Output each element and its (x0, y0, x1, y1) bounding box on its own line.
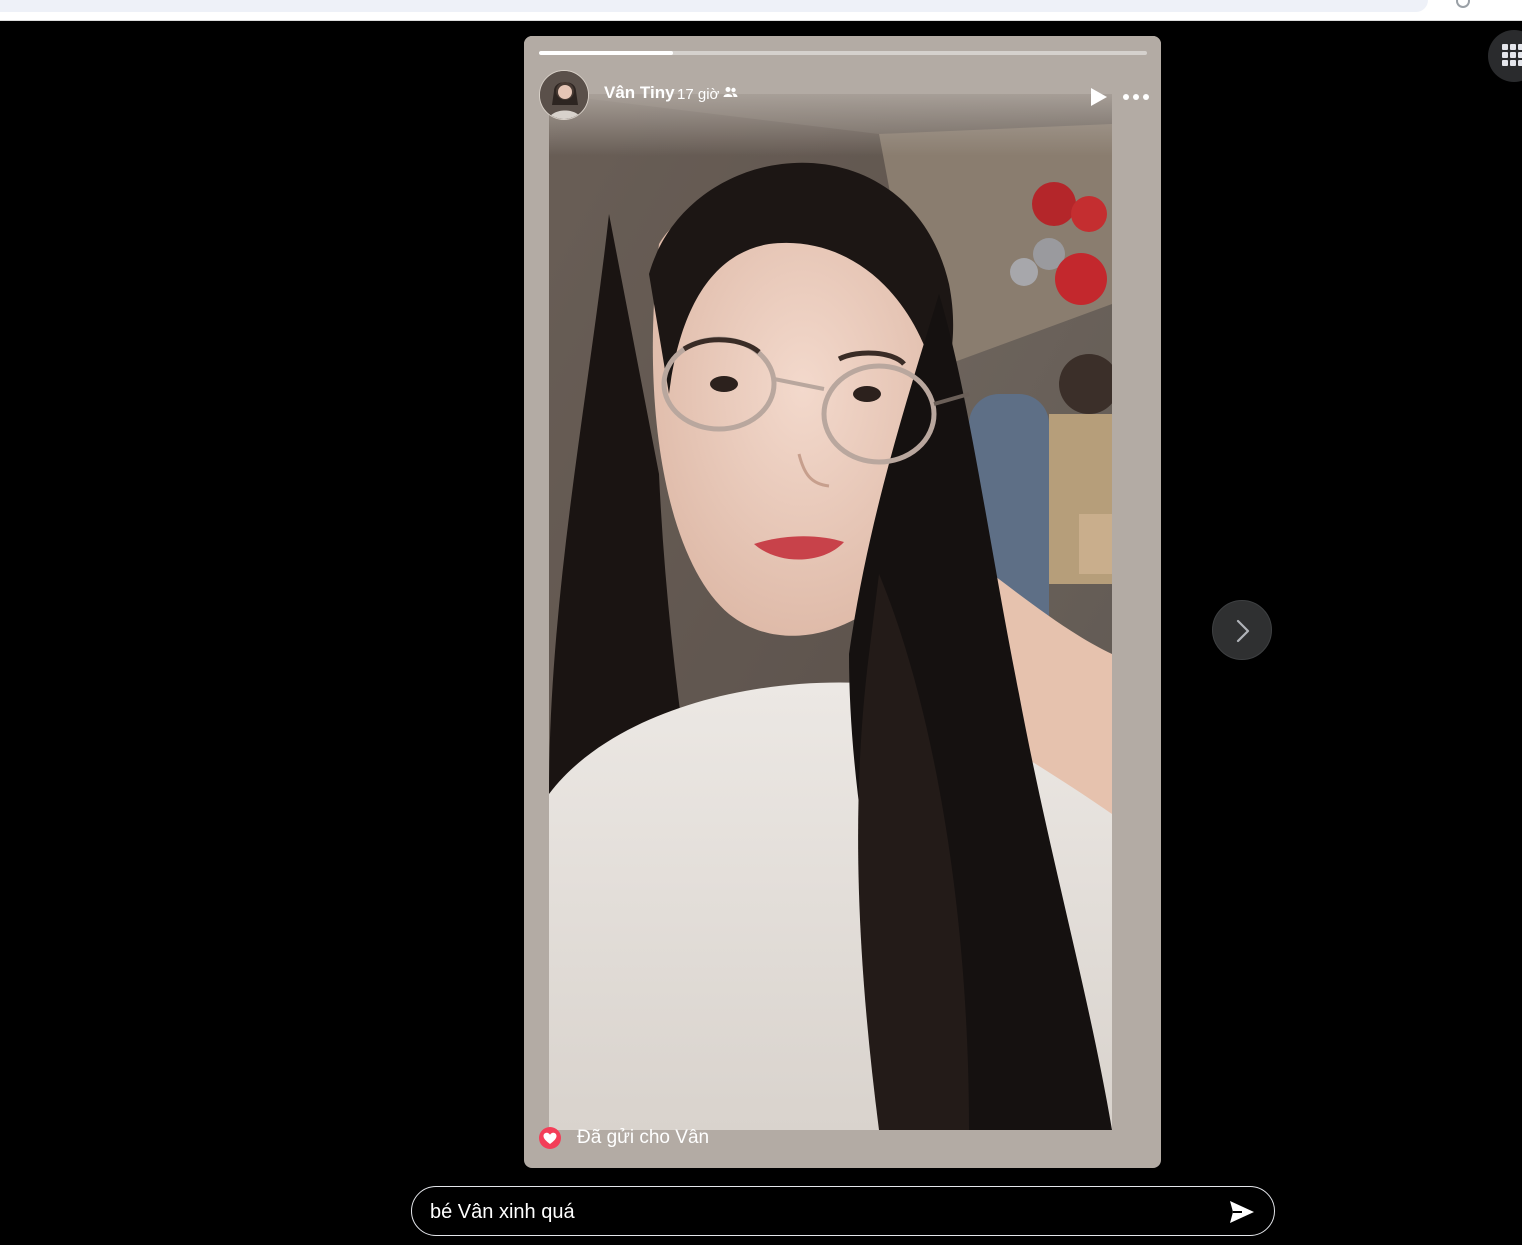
send-icon[interactable] (1228, 1199, 1256, 1225)
play-icon[interactable] (1087, 86, 1109, 108)
chevron-right-icon (1236, 619, 1250, 643)
heart-icon (539, 1127, 561, 1149)
browser-extension-icon[interactable] (1456, 0, 1470, 8)
friends-icon (723, 87, 738, 97)
browser-top-bar (0, 0, 1522, 21)
story-timestamp: 17 giờ (677, 86, 720, 103)
author-avatar[interactable] (539, 70, 589, 120)
reply-composer[interactable] (411, 1186, 1275, 1236)
story-photo (549, 94, 1112, 1130)
next-story-button[interactable] (1212, 600, 1272, 660)
story-progress-bar (539, 51, 1147, 55)
app-menu-button[interactable] (1488, 30, 1522, 82)
reaction-status: Đã gửi cho Vân (539, 1126, 709, 1150)
address-bar[interactable] (0, 0, 1428, 12)
reply-input[interactable] (430, 1198, 1210, 1226)
reaction-sent-label: Đã gửi cho Vân (577, 1127, 710, 1148)
story-progress-fill (539, 51, 673, 55)
app-grid-icon (1502, 44, 1522, 66)
author-name[interactable]: Vân Tiny (604, 83, 675, 103)
more-options-icon[interactable] (1122, 92, 1152, 102)
story-viewer-card[interactable]: Vân Tiny 17 giờ Đã gửi cho Vân (524, 36, 1161, 1168)
